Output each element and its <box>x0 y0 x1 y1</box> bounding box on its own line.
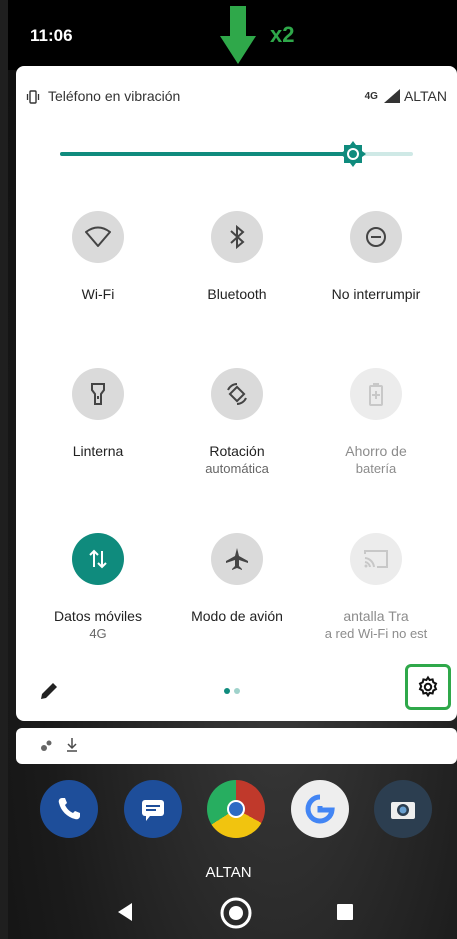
tile-sublabel: 4G <box>89 626 107 641</box>
battery-saver-icon <box>350 368 402 420</box>
carrier-name: ALTAN <box>403 88 447 104</box>
phone-app[interactable] <box>40 780 98 838</box>
app-dock <box>8 780 457 850</box>
page-dot <box>234 688 240 694</box>
brightness-slider-fill <box>60 152 353 156</box>
phone-icon <box>58 798 80 820</box>
navigation-bar <box>0 890 457 939</box>
tile-auto-rotate[interactable]: Rotación automática <box>167 368 307 478</box>
quick-settings-panel: Teléfono en vibración 4G ALTAN Wi-Fi Blue… <box>16 66 457 721</box>
tile-cast[interactable]: antalla Tra a red Wi-Fi no est <box>306 533 446 643</box>
tile-label: Bluetooth <box>207 286 267 302</box>
tile-label: antalla Tra <box>343 608 409 624</box>
messages-app[interactable] <box>124 780 182 838</box>
google-app[interactable] <box>291 780 349 838</box>
vibrate-icon <box>26 90 40 104</box>
download-icon <box>67 738 77 752</box>
chrome-app[interactable] <box>207 780 265 838</box>
network-indicator: 4G ALTAN <box>365 88 447 104</box>
tile-sublabel: automática <box>205 461 269 476</box>
tile-flashlight[interactable]: Linterna <box>28 368 168 460</box>
do-not-disturb-icon <box>350 211 402 263</box>
settings-button[interactable] <box>405 664 451 710</box>
auto-rotate-icon <box>211 368 263 420</box>
quick-settings-footer <box>16 664 457 712</box>
tile-battery-saver[interactable]: Ahorro de batería <box>306 368 446 478</box>
mobile-data-icon <box>72 533 124 585</box>
tile-label: No interrumpir <box>331 286 421 302</box>
tile-sublabel: a red Wi-Fi no est <box>324 626 428 641</box>
ringer-mode-text: Teléfono en vibración <box>48 88 181 104</box>
network-type: 4G <box>364 90 378 102</box>
tile-do-not-disturb[interactable]: No interrumpir <box>306 211 446 303</box>
tile-label: Wi-Fi <box>81 286 115 302</box>
tile-wifi[interactable]: Wi-Fi <box>28 211 168 303</box>
edit-pencil-icon[interactable] <box>38 680 60 702</box>
airplane-icon <box>211 533 263 585</box>
tile-label: Linterna <box>72 443 124 459</box>
gear-icon <box>418 675 438 698</box>
bluetooth-icon <box>211 211 263 263</box>
sync-settings-icon <box>41 740 52 751</box>
notification-shade-strip[interactable] <box>16 728 457 764</box>
brightness-icon[interactable] <box>339 140 367 168</box>
tile-airplane[interactable]: Modo de avión <box>167 533 307 625</box>
google-icon <box>305 794 335 824</box>
page-indicator <box>224 688 240 694</box>
tile-sublabel: batería <box>355 461 397 476</box>
cast-icon <box>350 533 402 585</box>
home-icon[interactable] <box>219 896 253 930</box>
flashlight-icon <box>72 368 124 420</box>
camera-icon <box>391 802 415 819</box>
page-dot-active <box>224 688 230 694</box>
tile-label: Rotación <box>209 443 265 459</box>
chrome-icon <box>227 800 245 818</box>
signal-icon <box>383 89 400 103</box>
tile-label: Datos móviles <box>54 608 142 624</box>
quick-settings-header: Teléfono en vibración 4G ALTAN <box>26 88 447 108</box>
recents-icon[interactable] <box>336 903 354 921</box>
tile-mobile-data[interactable]: Datos móviles 4G <box>28 533 168 643</box>
wifi-icon <box>72 211 124 263</box>
brightness-slider[interactable] <box>60 141 413 167</box>
camera-app[interactable] <box>374 780 432 838</box>
message-icon <box>142 800 164 821</box>
down-arrow-annotation-icon <box>220 6 256 64</box>
tile-label: Modo de avión <box>191 608 283 624</box>
annotation-label: x2 <box>270 22 295 47</box>
tile-label: Ahorro de <box>345 443 407 459</box>
status-time: 11:06 <box>30 26 73 45</box>
home-carrier-label: ALTAN <box>205 864 252 881</box>
back-icon[interactable] <box>116 902 134 922</box>
tile-bluetooth[interactable]: Bluetooth <box>167 211 307 303</box>
